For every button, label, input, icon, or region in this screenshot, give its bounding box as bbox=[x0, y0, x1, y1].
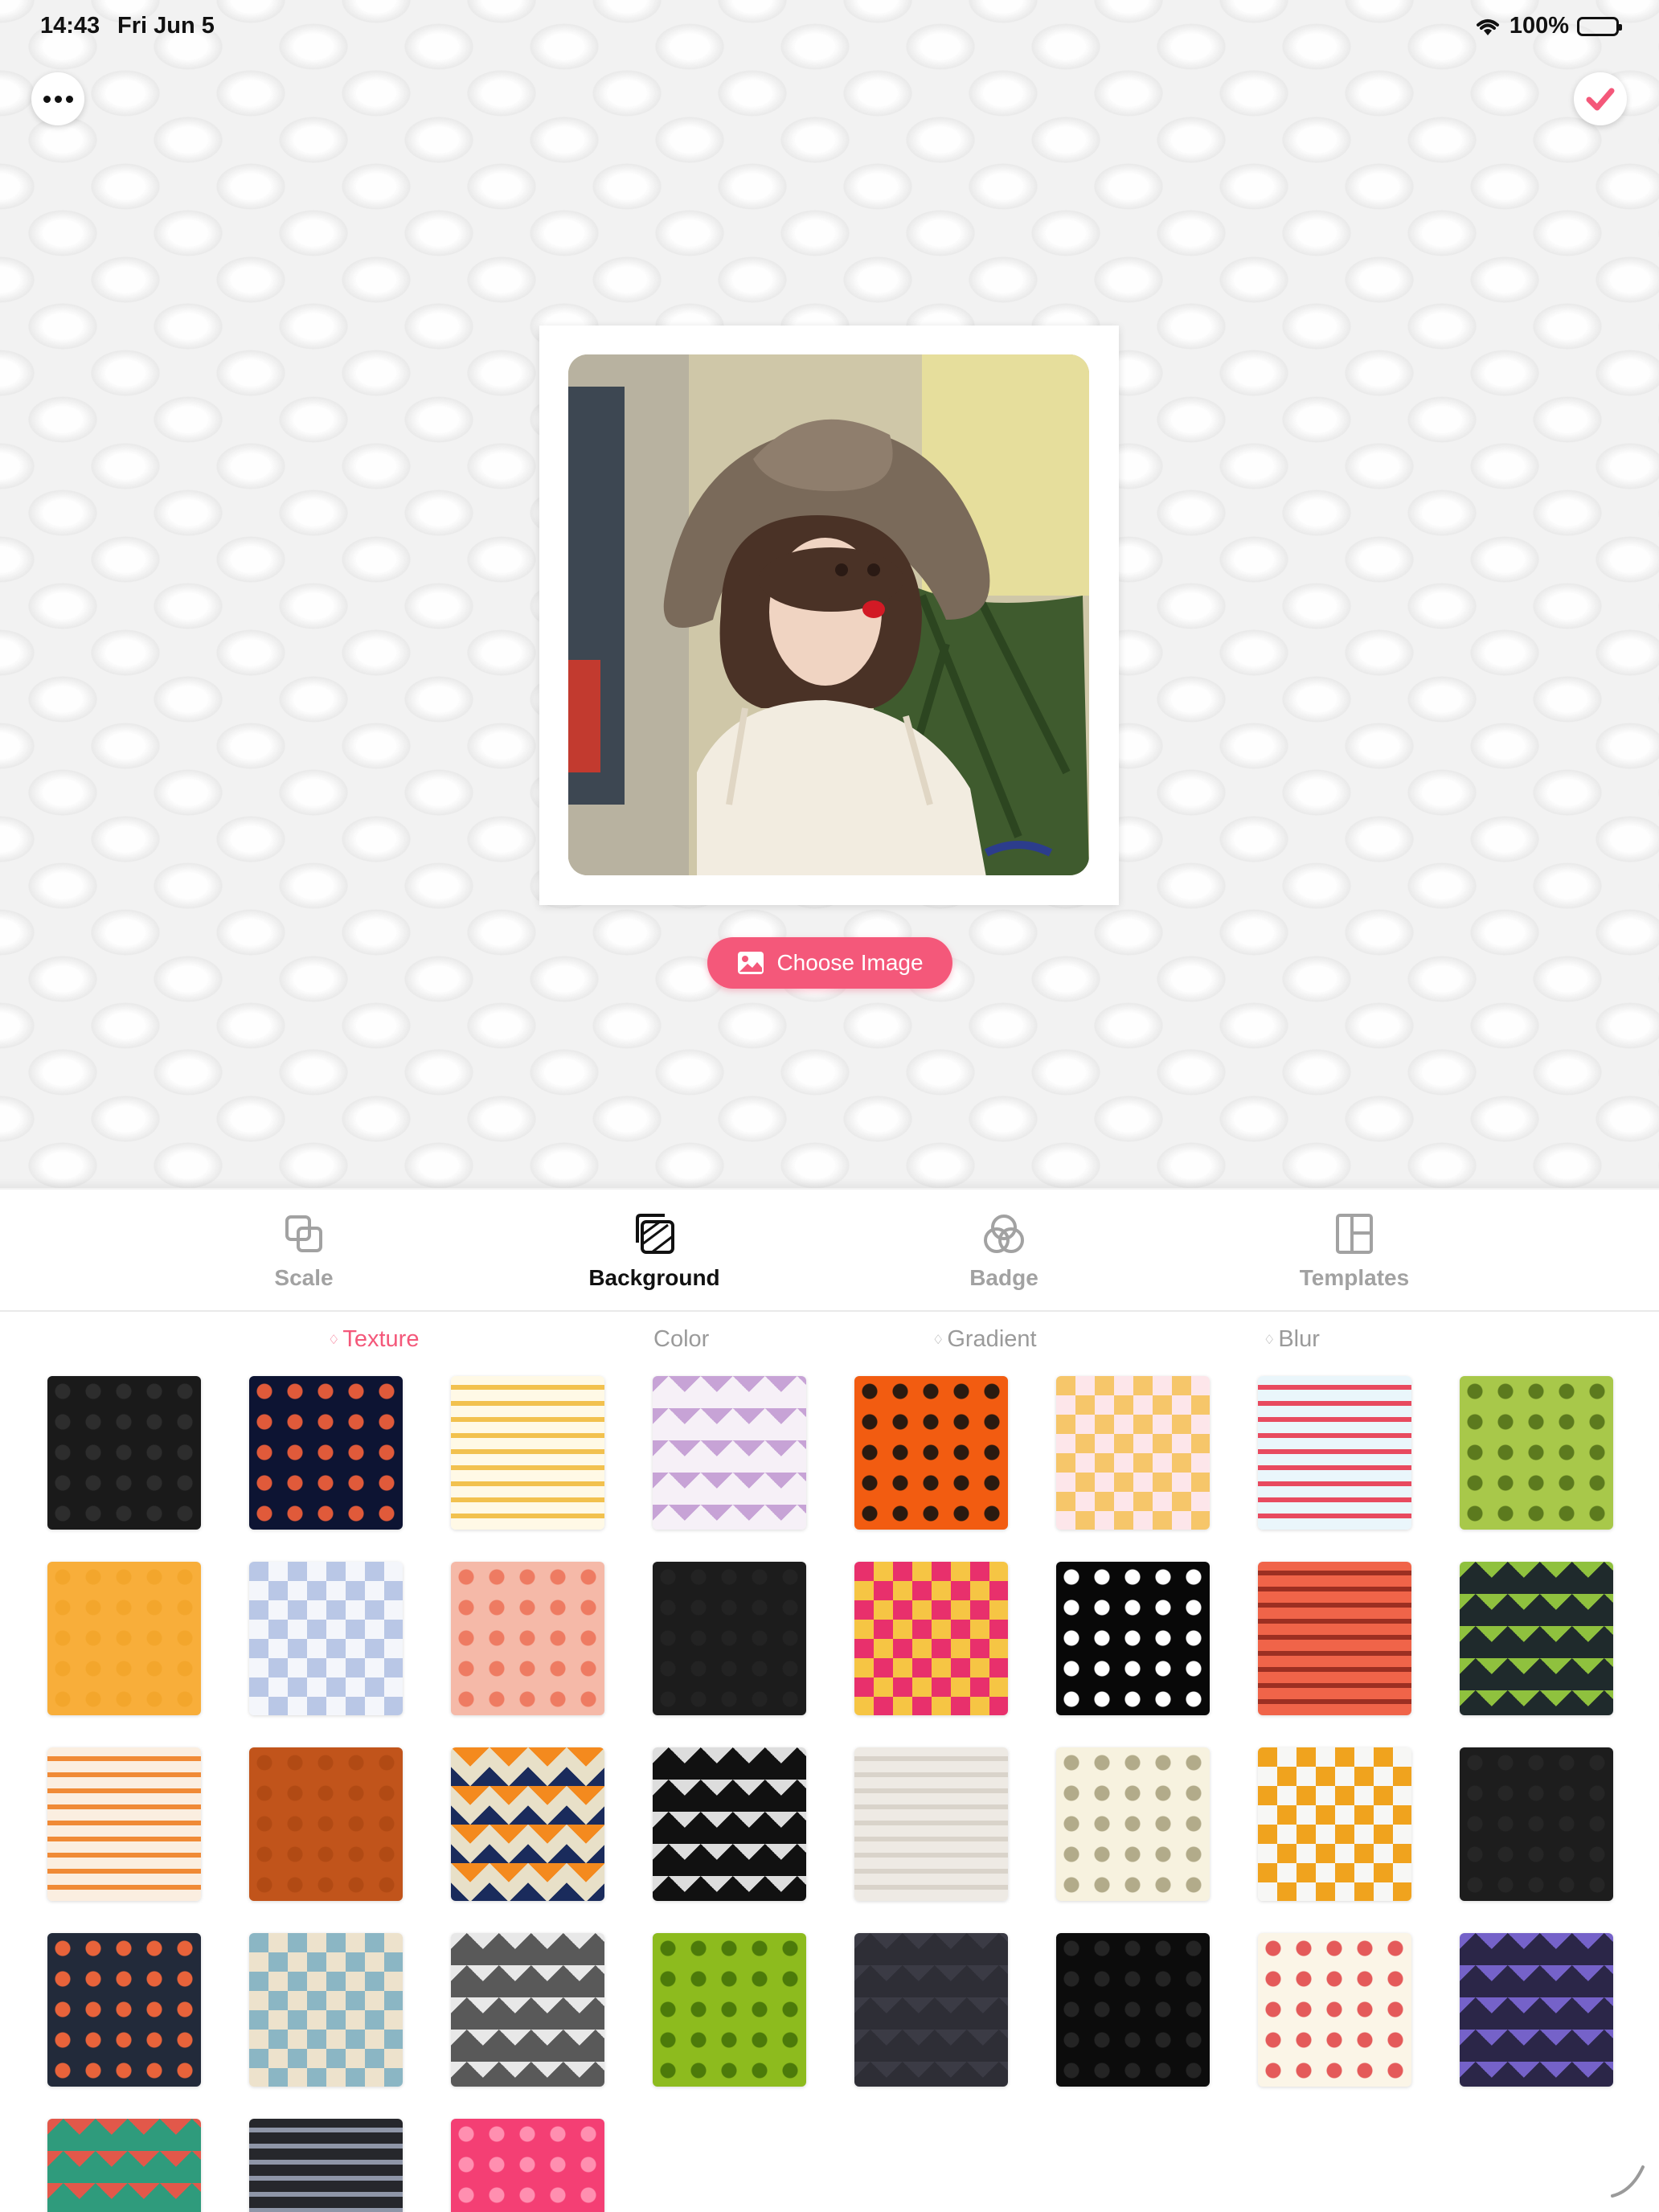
texture-swatch-triangle-mosaic[interactable] bbox=[1460, 1562, 1613, 1715]
scale-icon bbox=[285, 1215, 322, 1252]
more-options-button[interactable] bbox=[31, 72, 84, 125]
status-date: Fri Jun 5 bbox=[117, 13, 215, 39]
image-icon bbox=[738, 952, 764, 974]
subtab-label-color: Color bbox=[653, 1326, 710, 1352]
tab-scale[interactable]: Scale bbox=[215, 1190, 392, 1312]
background-category-tabs: ♢ Texture Color ♢ Gradient ♢ Blur bbox=[0, 1318, 1659, 1366]
done-button[interactable] bbox=[1574, 72, 1627, 125]
tab-templates[interactable]: Templates bbox=[1266, 1190, 1443, 1312]
texture-swatch-city-names[interactable] bbox=[249, 2119, 403, 2212]
tab-background[interactable]: Background bbox=[566, 1190, 743, 1312]
texture-swatch-green-swirls[interactable] bbox=[653, 1933, 806, 2087]
status-indicators: 100% bbox=[1474, 13, 1622, 39]
user-photo[interactable] bbox=[568, 354, 1089, 875]
texture-swatch-white-wood[interactable] bbox=[854, 1747, 1008, 1901]
texture-swatch-pixel-squares[interactable] bbox=[854, 1562, 1008, 1715]
texture-swatch-sushi-rolls[interactable] bbox=[47, 1933, 201, 2087]
texture-swatch-grapefruit-slices[interactable] bbox=[451, 1562, 604, 1715]
subtab-color[interactable]: Color bbox=[653, 1326, 709, 1353]
battery-icon bbox=[1577, 16, 1622, 36]
texture-swatch-lavender-diamonds[interactable] bbox=[653, 1376, 806, 1530]
subtab-blur[interactable]: ♢ Blur bbox=[1264, 1326, 1320, 1353]
premium-gem-icon: ♢ bbox=[1264, 1333, 1276, 1347]
texture-swatch-black-white-cubes[interactable] bbox=[653, 1747, 806, 1901]
texture-swatch-black-dots[interactable] bbox=[47, 1376, 201, 1530]
texture-swatch-orange-plain[interactable] bbox=[47, 1562, 201, 1715]
premium-gem-icon: ♢ bbox=[932, 1333, 944, 1347]
tab-label-templates: Templates bbox=[1299, 1265, 1410, 1290]
texture-swatch-rainbow-triangles[interactable] bbox=[47, 2119, 201, 2212]
texture-swatch-purple-isometric[interactable] bbox=[1460, 1933, 1613, 2087]
bottom-toolbar: Scale Background Badge Templates bbox=[0, 1190, 1659, 1312]
tab-label-badge: Badge bbox=[969, 1265, 1038, 1290]
texture-swatch-red-doodle[interactable] bbox=[1258, 1562, 1411, 1715]
choose-image-button[interactable]: Choose Image bbox=[707, 937, 952, 989]
texture-swatch-cat-checker[interactable] bbox=[1056, 1376, 1210, 1530]
subtab-label-blur: Blur bbox=[1278, 1326, 1320, 1352]
status-bar: 14:43 Fri Jun 5 100% bbox=[0, 0, 1659, 51]
subtab-texture[interactable]: ♢ Texture bbox=[328, 1326, 419, 1353]
photo-frame[interactable] bbox=[539, 326, 1119, 905]
texture-swatch-kiwi-slices[interactable] bbox=[1460, 1376, 1613, 1530]
ellipsis-icon bbox=[43, 95, 73, 103]
texture-swatch-charcoal-geometric[interactable] bbox=[854, 1933, 1008, 2087]
battery-percent: 100% bbox=[1509, 13, 1569, 39]
texture-swatch-pink-lace[interactable] bbox=[451, 2119, 604, 2212]
texture-swatch-space-planets[interactable] bbox=[249, 1376, 403, 1530]
texture-swatch-postage-stamps[interactable] bbox=[249, 1933, 403, 2087]
subtab-label-texture: Texture bbox=[342, 1326, 420, 1352]
choose-image-label: Choose Image bbox=[776, 950, 924, 975]
texture-swatch-dark-slate[interactable] bbox=[1460, 1747, 1613, 1901]
texture-swatch-cream-circles[interactable] bbox=[1056, 1747, 1210, 1901]
texture-swatch-ginkgo-leaves[interactable] bbox=[451, 1376, 604, 1530]
wifi-icon bbox=[1476, 18, 1499, 35]
templates-icon bbox=[1336, 1214, 1373, 1254]
subtab-gradient[interactable]: ♢ Gradient bbox=[932, 1326, 1037, 1353]
tab-badge[interactable]: Badge bbox=[916, 1190, 1092, 1312]
texture-swatch-blue-plaid[interactable] bbox=[249, 1562, 403, 1715]
texture-swatch-music-doodle[interactable] bbox=[1258, 1933, 1411, 2087]
texture-swatch-zigzag-chevron[interactable] bbox=[451, 1747, 604, 1901]
scroll-indicator-icon bbox=[1611, 2165, 1645, 2198]
premium-gem-icon: ♢ bbox=[328, 1333, 340, 1347]
photo-illustration bbox=[568, 354, 1089, 875]
texture-swatch-party-bunting[interactable] bbox=[1258, 1376, 1411, 1530]
tab-label-background: Background bbox=[588, 1265, 720, 1290]
subtab-label-gradient: Gradient bbox=[947, 1326, 1037, 1352]
badge-icon bbox=[984, 1215, 1024, 1253]
tab-label-scale: Scale bbox=[274, 1265, 334, 1290]
texture-swatch-metro-map[interactable] bbox=[1258, 1747, 1411, 1901]
background-icon bbox=[636, 1214, 674, 1254]
texture-swatch-black-furniture[interactable] bbox=[1056, 1562, 1210, 1715]
texture-swatch-grey-isometric[interactable] bbox=[451, 1933, 604, 2087]
panel-divider bbox=[0, 1178, 1659, 1190]
texture-swatch-orange-sunglasses[interactable] bbox=[854, 1376, 1008, 1530]
texture-swatch-burnt-orange[interactable] bbox=[249, 1747, 403, 1901]
editor-canvas: 14:43 Fri Jun 5 100% Choose Image bbox=[0, 0, 1659, 1188]
texture-swatch-black-plain[interactable] bbox=[653, 1562, 806, 1715]
checkmark-icon bbox=[1586, 88, 1615, 111]
texture-swatch-kitchen-utensils[interactable] bbox=[47, 1747, 201, 1901]
status-time: 14:43 bbox=[40, 13, 100, 39]
texture-swatch-black-sunburst[interactable] bbox=[1056, 1933, 1210, 2087]
